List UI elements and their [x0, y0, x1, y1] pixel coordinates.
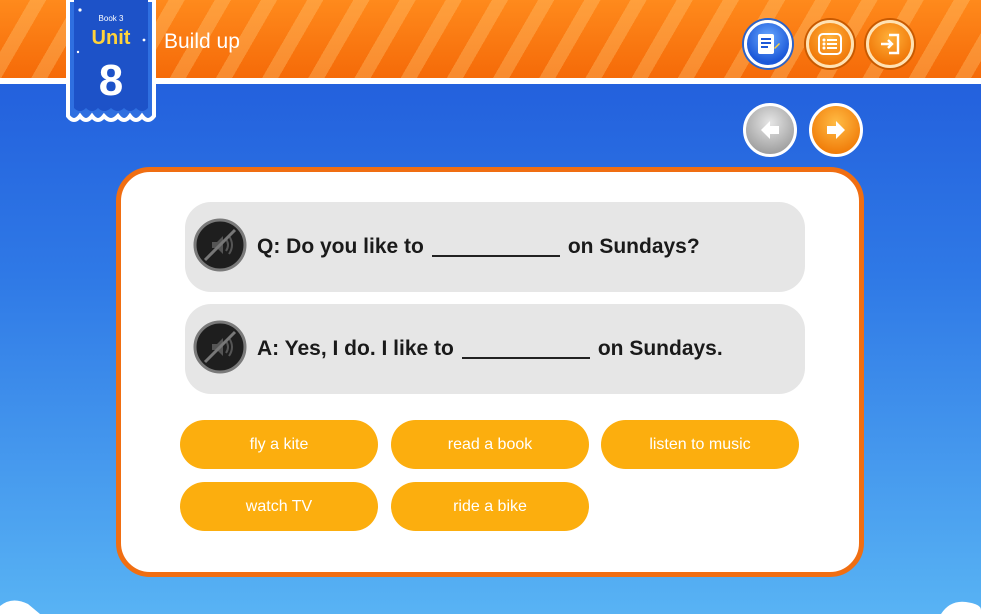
previous-page-button[interactable]	[743, 103, 797, 157]
book-label: Book 3	[98, 14, 124, 23]
unit-label: Unit	[91, 27, 131, 49]
page-title: Build up	[164, 30, 240, 53]
menu-button[interactable]	[806, 20, 854, 68]
arrow-right-icon	[827, 121, 845, 139]
arrow-left-icon	[761, 121, 779, 139]
answer-audio-button[interactable]	[193, 320, 247, 374]
unit-badge: Book 3 Unit 8	[66, 0, 156, 130]
speaker-muted-icon	[193, 218, 247, 272]
question-audio-button[interactable]	[193, 218, 247, 272]
bottom-decoration	[0, 600, 981, 614]
exercise-card: Q: Do you like to on Sundays? A: Yes, I …	[116, 167, 864, 577]
question-text-after: on Sundays?	[567, 235, 700, 258]
exit-icon	[881, 33, 900, 55]
question-sentence: Q: Do you like to on Sundays?	[257, 202, 700, 292]
exit-button[interactable]	[866, 20, 914, 68]
choice-ride-a-bike[interactable]: ride a bike	[391, 482, 589, 531]
notes-button[interactable]	[744, 20, 792, 68]
answer-text-before: A: Yes, I do. I like to	[257, 337, 454, 360]
answer-text-after: on Sundays.	[597, 337, 723, 360]
answer-row: A: Yes, I do. I like to on Sundays.	[185, 304, 805, 394]
app-stage: Build up Book 3 Unit 8 Q: Do you like to…	[0, 0, 981, 614]
choice-read-a-book[interactable]: read a book	[391, 420, 589, 469]
menu-icon	[818, 33, 842, 55]
question-row: Q: Do you like to on Sundays?	[185, 202, 805, 292]
next-page-button[interactable]	[809, 103, 863, 157]
answer-blank[interactable]	[461, 339, 590, 359]
choice-watch-tv[interactable]: watch TV	[180, 482, 378, 531]
answer-sentence: A: Yes, I do. I like to on Sundays.	[257, 304, 723, 394]
question-text-before: Q: Do you like to	[257, 235, 424, 258]
speaker-muted-icon	[193, 320, 247, 374]
choice-fly-a-kite[interactable]: fly a kite	[180, 420, 378, 469]
choice-listen-to-music[interactable]: listen to music	[601, 420, 799, 469]
question-blank[interactable]	[431, 237, 560, 257]
notes-icon	[758, 34, 780, 54]
unit-number: 8	[98, 56, 124, 105]
